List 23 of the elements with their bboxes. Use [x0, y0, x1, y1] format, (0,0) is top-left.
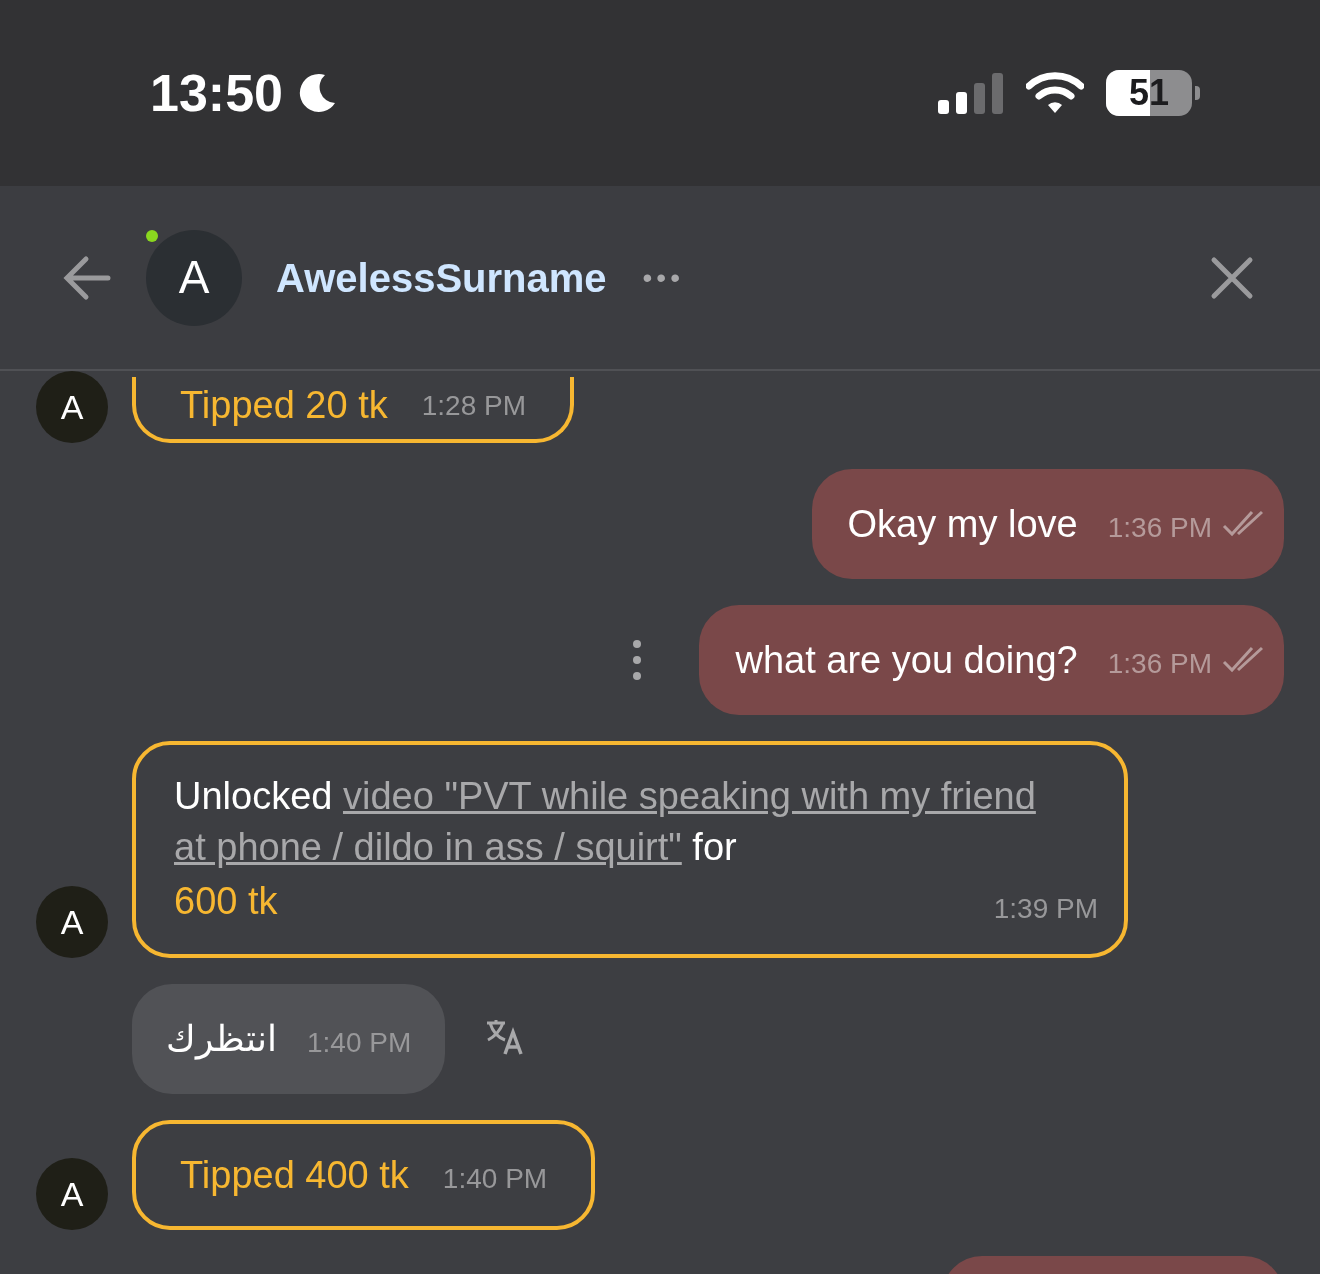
signal-icon — [938, 72, 1004, 114]
more-button[interactable]: ••• — [642, 256, 684, 299]
message-time: 1:28 PM — [421, 389, 526, 423]
tip-text: Tipped 20 tk — [180, 383, 388, 428]
avatar[interactable]: A — [36, 886, 108, 958]
message-text: انتظرك — [166, 1017, 277, 1062]
message-time: 1:36 PM — [1107, 647, 1212, 681]
message-text: what are you doing? — [735, 637, 1078, 683]
close-button[interactable] — [1210, 255, 1254, 300]
message-time: 1:36 PM — [1107, 511, 1212, 545]
contact-name[interactable]: AwelessSurname — [276, 247, 607, 308]
avatar[interactable]: A — [36, 371, 108, 443]
message-time: 1:40 PM — [442, 1162, 548, 1196]
message-text: Okay my love — [847, 501, 1078, 547]
status-time: 13:50 — [150, 63, 283, 124]
tip-text: Tipped 400 tk — [180, 1152, 409, 1198]
avatar[interactable]: A — [36, 1158, 108, 1230]
price-text: 600 tk — [174, 879, 278, 924]
message-time: 1:40 PM — [307, 1026, 412, 1060]
message-text: Unlocked video "PVT while speaking with my friend at phone / dildo in ass / squirt" for — [174, 774, 1037, 870]
message-time: 1:39 PM — [993, 892, 1098, 926]
avatar[interactable]: A — [146, 229, 242, 326]
wifi-icon — [1026, 72, 1084, 114]
